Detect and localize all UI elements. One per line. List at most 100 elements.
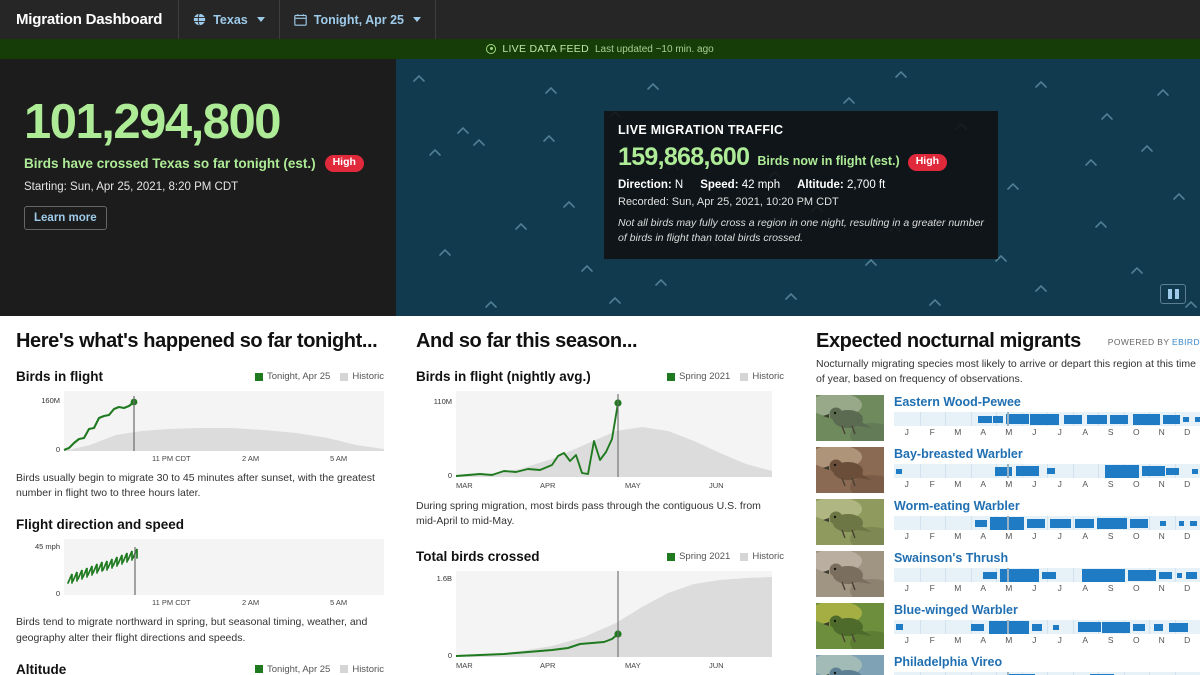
month-tick: A [1073, 479, 1099, 489]
x-tick: 2 AM [242, 454, 259, 463]
species-name[interactable]: Bay-breasted Warbler [894, 447, 1200, 461]
hero-sky-visualization: LIVE MIGRATION TRAFFIC 159,868,600 Birds… [396, 59, 1200, 316]
tonight-column: Here's what's happened so far tonight...… [0, 316, 400, 675]
x-tick: JUN [709, 661, 724, 670]
month-tick: A [971, 427, 997, 437]
bird-photo-worm-eating-warbler [816, 499, 884, 545]
month-tick: A [1073, 635, 1099, 645]
chart-title: Flight direction and speed [16, 517, 184, 532]
region-selector[interactable]: Texas [179, 0, 280, 39]
month-tick: J [1047, 479, 1073, 489]
chart-legend: Spring 2021 Historic [667, 371, 784, 382]
legend-swatch-gray [740, 373, 748, 381]
species-name[interactable]: Philadelphia Vireo [894, 655, 1200, 669]
app-title: Migration Dashboard [0, 0, 179, 39]
month-tick: M [996, 531, 1022, 541]
month-tick: M [996, 427, 1022, 437]
species-row[interactable]: Worm-eating WarblerJFMAMJJASOND [816, 499, 1200, 545]
region-label: Texas [213, 13, 248, 27]
hero-section: 101,294,800 Birds have crossed Texas so … [0, 59, 1200, 316]
learn-more-button[interactable]: Learn more [24, 206, 107, 230]
altitude-value: 2,700 ft [847, 179, 885, 191]
x-tick: 5 AM [330, 598, 347, 607]
y-max-tick: 45 mph [35, 542, 60, 551]
y-max-tick: 1.6B [437, 574, 452, 583]
hero-summary-panel: 101,294,800 Birds have crossed Texas so … [0, 59, 396, 316]
chart-legend: Tonight, Apr 25 Historic [255, 371, 384, 382]
month-tick: F [920, 635, 946, 645]
month-tick: F [920, 427, 946, 437]
species-abundance-bar [894, 412, 1200, 426]
speed-stat: Speed: 42 mph [700, 179, 780, 191]
species-name[interactable]: Blue-winged Warbler [894, 603, 1200, 617]
pause-icon [1168, 289, 1172, 299]
plot-area: 160M 0 11 PM CDT 2 AM 5 AM [16, 391, 384, 463]
chart-caption: During spring migration, most birds pass… [416, 499, 784, 529]
month-tick: S [1098, 427, 1124, 437]
y-min-tick: 0 [448, 471, 452, 480]
date-selector[interactable]: Tonight, Apr 25 [280, 0, 436, 39]
month-tick: J [1022, 479, 1048, 489]
chart-altitude: Altitude Tonight, Apr 25 Historic [16, 662, 384, 675]
x-tick: MAR [456, 481, 473, 490]
plot-area: 1.6B 0 MAR APR MAY JUN [416, 571, 784, 671]
live-data-feed-bar: LIVE DATA FEED Last updated ~10 min. ago [0, 39, 1200, 59]
birds-in-flight-label: Birds now in flight (est.) [757, 154, 899, 168]
top-navigation-bar: Migration Dashboard Texas Tonight, Apr 2… [0, 0, 1200, 39]
direction-label: Direction: [618, 179, 672, 191]
legend-swatch-green [255, 665, 263, 673]
month-tick: D [1175, 583, 1200, 593]
date-label: Tonight, Apr 25 [314, 13, 404, 27]
chart-legend: Spring 2021 Historic [667, 551, 784, 562]
species-row[interactable]: Swainson's Thrush JFMAMJJASOND [816, 551, 1200, 597]
species-row[interactable]: Blue-winged Warbler JFMAMJJASOND [816, 603, 1200, 649]
legend-swatch-gray [340, 665, 348, 673]
live-migration-traffic-panel: LIVE MIGRATION TRAFFIC 159,868,600 Birds… [604, 111, 998, 259]
month-tick: J [1022, 427, 1048, 437]
species-name[interactable]: Swainson's Thrush [894, 551, 1200, 565]
month-tick: M [945, 635, 971, 645]
legend-series: Spring 2021 [667, 371, 730, 382]
month-tick: J [1047, 427, 1073, 437]
species-row[interactable]: Eastern Wood-PeweeJFMAMJJASOND [816, 395, 1200, 441]
panel-title: LIVE MIGRATION TRAFFIC [618, 123, 984, 137]
month-tick: A [971, 635, 997, 645]
y-min-tick: 0 [56, 445, 60, 454]
month-tick: N [1149, 635, 1175, 645]
altitude-stat: Altitude: 2,700 ft [797, 179, 885, 191]
bird-photo-philadelphia-vireo [816, 655, 884, 675]
month-tick: J [1022, 531, 1048, 541]
month-axis: JFMAMJJASOND [894, 635, 1200, 645]
chart-birds-in-flight-nightly-avg: Birds in flight (nightly avg.) Spring 20… [416, 369, 784, 529]
month-tick: D [1175, 427, 1200, 437]
speed-value: 42 mph [742, 179, 780, 191]
species-name[interactable]: Eastern Wood-Pewee [894, 395, 1200, 409]
powered-by-label: POWERED BY [1108, 337, 1169, 347]
x-tick: MAY [625, 661, 641, 670]
species-abundance-bar [894, 620, 1200, 634]
species-row[interactable]: Philadelphia VireoJFMAMJJASOND [816, 655, 1200, 675]
y-max-tick: 110M [434, 397, 452, 406]
chart-title: Birds in flight [16, 369, 103, 384]
ebird-link[interactable]: EBIRD [1172, 337, 1200, 347]
month-tick: M [945, 427, 971, 437]
powered-by: POWERED BY EBIRD [1108, 330, 1200, 347]
month-tick: S [1098, 635, 1124, 645]
total-birds-crossed-label: Birds have crossed Texas so far tonight … [24, 156, 316, 171]
species-abundance-bar [894, 568, 1200, 582]
legend-swatch-gray [340, 373, 348, 381]
legend-swatch-green [667, 553, 675, 561]
bird-photo-eastern-wood-pewee [816, 395, 884, 441]
species-row[interactable]: Bay-breasted WarblerJFMAMJJASOND [816, 447, 1200, 493]
month-tick: J [894, 479, 920, 489]
pause-animation-button[interactable] [1160, 284, 1186, 304]
panel-status-badge: High [908, 154, 947, 171]
pause-icon [1175, 289, 1179, 299]
month-axis: JFMAMJJASOND [894, 583, 1200, 593]
month-tick: O [1124, 479, 1150, 489]
y-min-tick: 0 [448, 651, 452, 660]
species-name[interactable]: Worm-eating Warbler [894, 499, 1200, 513]
month-axis: JFMAMJJASOND [894, 427, 1200, 437]
month-tick: N [1149, 479, 1175, 489]
plot-area: 45 mph 0 11 PM CDT 2 AM 5 AM [16, 539, 384, 607]
